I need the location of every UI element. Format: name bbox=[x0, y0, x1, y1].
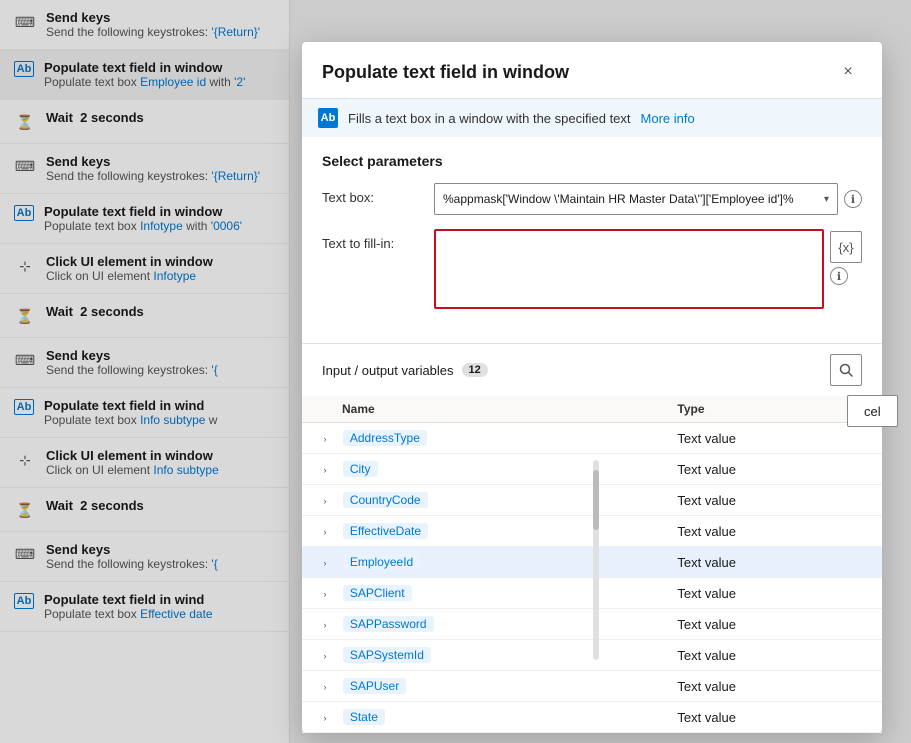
textbox-info-button[interactable]: ℹ bbox=[844, 190, 862, 208]
var-name-tag: CountryCode bbox=[343, 492, 428, 508]
text-fill-info-button[interactable]: ℹ bbox=[830, 267, 848, 285]
var-name-tag: SAPClient bbox=[343, 585, 412, 601]
table-row[interactable]: › EffectiveDate Text value bbox=[302, 516, 882, 547]
var-row-type: Text value bbox=[661, 454, 882, 485]
var-row-type: Text value bbox=[661, 671, 882, 702]
table-row[interactable]: › SAPUser Text value bbox=[302, 671, 882, 702]
textbox-info-icon: Ab bbox=[318, 108, 338, 128]
modal-title: Populate text field in window bbox=[322, 62, 569, 83]
var-row-name: › AddressType bbox=[302, 423, 661, 454]
var-name-tag: EffectiveDate bbox=[343, 523, 428, 539]
var-row-type: Text value bbox=[661, 516, 882, 547]
expand-icon[interactable]: › bbox=[318, 463, 332, 477]
variables-count-badge: 12 bbox=[462, 363, 488, 377]
var-row-name: › SAPUser bbox=[302, 671, 661, 702]
textbox-select[interactable]: %appmask['Window \'Maintain HR Master Da… bbox=[434, 183, 838, 215]
table-row[interactable]: › SAPPassword Text value bbox=[302, 609, 882, 640]
var-row-name: › CountryCode bbox=[302, 485, 661, 516]
var-name-tag: EmployeeId bbox=[343, 554, 420, 570]
var-name-tag: State bbox=[343, 709, 385, 725]
chevron-down-icon: ▾ bbox=[824, 194, 829, 205]
var-name-tag: SAPPassword bbox=[343, 616, 434, 632]
modal-close-button[interactable]: × bbox=[834, 58, 862, 86]
var-row-type: Text value bbox=[661, 609, 882, 640]
modal-body: Select parameters Text box: %appmask['Wi… bbox=[302, 137, 882, 339]
cancel-button[interactable]: cel bbox=[847, 395, 898, 427]
variables-header: Input / output variables 12 bbox=[302, 344, 882, 396]
text-fill-label: Text to fill-in: bbox=[322, 229, 422, 251]
expand-icon[interactable]: › bbox=[318, 711, 332, 725]
modal-header: Populate text field in window × bbox=[302, 42, 882, 99]
var-name-tag: SAPUser bbox=[343, 678, 406, 694]
expand-icon[interactable]: › bbox=[318, 494, 332, 508]
expand-icon[interactable]: › bbox=[318, 618, 332, 632]
expand-icon[interactable]: › bbox=[318, 432, 332, 446]
var-name-tag: SAPSystemId bbox=[343, 647, 431, 663]
modal-info-text: Fills a text box in a window with the sp… bbox=[348, 111, 631, 126]
scrollbar-thumb bbox=[593, 470, 599, 530]
textbox-label: Text box: bbox=[322, 183, 422, 205]
expand-icon[interactable]: › bbox=[318, 525, 332, 539]
modal-info-bar: Ab Fills a text box in a window with the… bbox=[302, 99, 882, 137]
text-fill-row: Text to fill-in: {x} ℹ bbox=[322, 229, 862, 309]
variable-picker-button[interactable]: {x} bbox=[830, 231, 862, 263]
table-row[interactable]: › CountryCode Text value bbox=[302, 485, 882, 516]
var-row-type: Text value bbox=[661, 578, 882, 609]
table-row[interactable]: › SAPClient Text value bbox=[302, 578, 882, 609]
table-row[interactable]: › City Text value bbox=[302, 454, 882, 485]
var-row-name: › City bbox=[302, 454, 661, 485]
var-row-type: Text value bbox=[661, 423, 882, 454]
var-row-name: › SAPPassword bbox=[302, 609, 661, 640]
var-row-name: › EmployeeId bbox=[302, 547, 661, 578]
col-name-header: Name bbox=[302, 396, 661, 423]
var-row-type: Text value bbox=[661, 485, 882, 516]
var-row-name: › State bbox=[302, 702, 661, 733]
params-section-title: Select parameters bbox=[322, 153, 862, 169]
populate-text-field-modal: Populate text field in window × Ab Fills… bbox=[302, 42, 882, 733]
more-info-link[interactable]: More info bbox=[641, 111, 695, 126]
var-name-tag: City bbox=[343, 461, 378, 477]
variables-title: Input / output variables bbox=[322, 363, 454, 378]
search-icon bbox=[839, 363, 853, 377]
expand-icon[interactable]: › bbox=[318, 587, 332, 601]
variables-scrollbar[interactable] bbox=[593, 460, 599, 660]
expand-icon[interactable]: › bbox=[318, 680, 332, 694]
var-name-tag: AddressType bbox=[343, 430, 427, 446]
text-fill-input[interactable] bbox=[434, 229, 824, 309]
textbox-row: Text box: %appmask['Window \'Maintain HR… bbox=[322, 183, 862, 215]
var-row-type: Text value bbox=[661, 547, 882, 578]
var-row-type: Text value bbox=[661, 702, 882, 733]
var-row-name: › EffectiveDate bbox=[302, 516, 661, 547]
var-row-name: › SAPSystemId bbox=[302, 640, 661, 671]
table-row[interactable]: › State Text value bbox=[302, 702, 882, 733]
variables-search-button[interactable] bbox=[830, 354, 862, 386]
expand-icon[interactable]: › bbox=[318, 649, 332, 663]
textbox-select-value: %appmask['Window \'Maintain HR Master Da… bbox=[443, 192, 818, 206]
variables-panel: Input / output variables 12 Name Type › bbox=[302, 343, 882, 733]
variables-table: Name Type › AddressType Text value › Cit… bbox=[302, 396, 882, 733]
table-row[interactable]: › SAPSystemId Text value bbox=[302, 640, 882, 671]
table-row[interactable]: › AddressType Text value bbox=[302, 423, 882, 454]
var-row-type: Text value bbox=[661, 640, 882, 671]
var-row-name: › SAPClient bbox=[302, 578, 661, 609]
expand-icon[interactable]: › bbox=[318, 556, 332, 570]
table-row[interactable]: › EmployeeId Text value bbox=[302, 547, 882, 578]
